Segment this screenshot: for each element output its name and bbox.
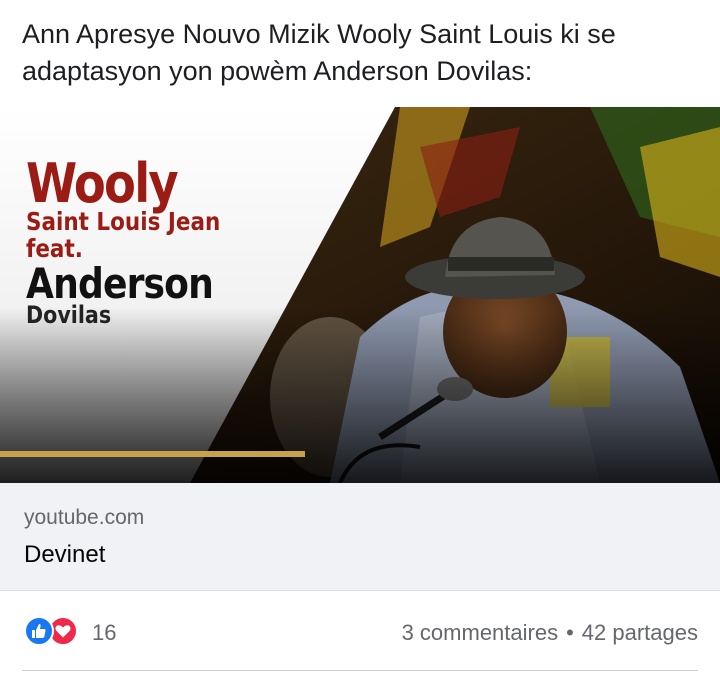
link-title[interactable]: Devinet bbox=[24, 541, 105, 569]
thumbnail-featured-artist: Anderson bbox=[26, 259, 214, 308]
thumbnail-artist: Wooly bbox=[26, 152, 179, 215]
reaction-icons[interactable] bbox=[24, 616, 84, 646]
shares-count[interactable]: 42 partages bbox=[582, 620, 698, 645]
divider bbox=[22, 670, 698, 671]
thumbnail-featured-artist-surname: Dovilas bbox=[26, 301, 112, 329]
reactions-bar: 16 3 commentaires • 42 partages bbox=[0, 600, 720, 664]
post-text: Ann Apresye Nouvo Mizik Wooly Saint Loui… bbox=[22, 19, 616, 86]
comments-count[interactable]: 3 commentaires bbox=[402, 620, 559, 645]
link-preview[interactable]: Wooly Saint Louis Jean feat. Anderson Do… bbox=[0, 107, 720, 591]
link-meta[interactable]: youtube.com Devinet bbox=[0, 483, 720, 591]
link-domain: youtube.com bbox=[24, 506, 145, 529]
separator-dot: • bbox=[566, 620, 574, 645]
thumbnail-title: Wooly Saint Louis Jean feat. Anderson Do… bbox=[26, 152, 252, 329]
like-icon bbox=[24, 616, 54, 646]
thumbnail-artist-fullname: Saint Louis Jean bbox=[26, 207, 221, 236]
video-thumbnail[interactable]: Wooly Saint Louis Jean feat. Anderson Do… bbox=[0, 107, 720, 483]
thumbnail-feat: feat. bbox=[26, 234, 83, 263]
gold-accent-bar bbox=[0, 451, 305, 457]
reaction-count[interactable]: 16 bbox=[92, 620, 116, 646]
engagement-stats: 3 commentaires • 42 partages bbox=[402, 620, 698, 646]
